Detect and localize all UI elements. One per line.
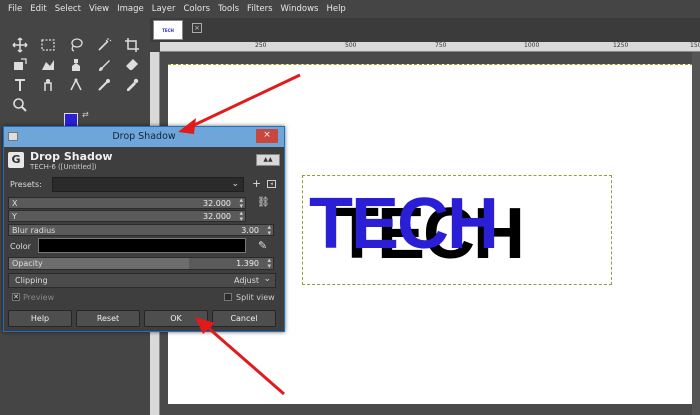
menu-select[interactable]: Select [55,4,81,14]
chevron-down-icon: ⌄ [231,179,239,189]
dialog-window-title: Drop Shadow [112,131,176,142]
dialog-header: G Drop Shadow TECH-6 ([Untitled]) ▲▲ [8,150,280,174]
menu-view[interactable]: View [89,4,109,14]
help-button[interactable]: Help [8,310,72,327]
preset-menu-icon[interactable]: ◂ [267,180,276,188]
close-button[interactable]: × [256,129,278,143]
menu-filters[interactable]: Filters [247,4,272,14]
x-offset-spinner[interactable]: X 32.000 ▴ ▾ [8,197,246,210]
opacity-label: Opacity [12,259,43,268]
chain-link-icon[interactable]: ⛓ [257,197,270,222]
presets-row: Presets: ⌄ + ◂ [8,177,280,193]
image-tab-strip: TECH × [150,18,700,42]
swap-colors-icon[interactable]: ⇄ [82,110,89,119]
fuzzy-select-icon[interactable] [94,36,114,54]
split-view-checkbox[interactable] [224,293,232,301]
path-tool-icon[interactable] [66,76,86,94]
menu-colors[interactable]: Colors [183,4,210,14]
spin-arrows-icon[interactable]: ▴ ▾ [267,257,271,270]
layer-boundary: TECH TECH [302,175,612,285]
crop-icon[interactable] [122,36,142,54]
foreground-color-swatch[interactable] [64,113,78,127]
spin-arrows-icon[interactable]: ▴ ▾ [267,224,271,237]
color-picker-icon[interactable] [122,76,142,94]
zoom-icon[interactable] [10,96,30,114]
clipping-label: Clipping [15,276,48,285]
menu-bar: File Edit Select View Image Layer Colors… [0,0,700,18]
menu-image[interactable]: Image [117,4,144,14]
gegl-logo-icon: G [8,152,24,168]
ruler-tick: 500 [345,42,357,49]
clipping-value: Adjust [233,276,259,285]
close-tab-icon[interactable]: × [192,23,202,33]
x-label: X [12,199,18,208]
dialog-heading: Drop Shadow [30,150,113,163]
heal-icon[interactable] [94,76,114,94]
color-picker-icon[interactable]: ✎ [258,239,267,252]
y-offset-spinner[interactable]: Y 32.000 ▴ ▾ [8,210,246,223]
menu-windows[interactable]: Windows [281,4,319,14]
clipping-combobox[interactable]: Clipping Adjust ⌄ [8,273,276,288]
preview-label: Preview [23,293,55,302]
opacity-value: 1.390 [236,259,259,268]
split-view-label: Split view [236,293,275,302]
presets-label: Presets: [10,180,42,189]
x-value: 32.000 [203,199,231,208]
drop-shadow-dialog: Drop Shadow × G Drop Shadow TECH-6 ([Unt… [3,126,285,332]
eraser-icon[interactable] [122,56,142,74]
menu-file[interactable]: File [8,4,22,14]
spin-arrows-icon[interactable]: ▴ ▾ [239,210,243,223]
vertical-scrollbar[interactable] [692,52,700,415]
y-value: 32.000 [203,212,231,221]
ruler-tick: 250 [255,42,267,49]
move-tool-icon[interactable] [10,36,30,54]
menu-help[interactable]: Help [326,4,345,14]
cancel-button[interactable]: Cancel [212,310,276,327]
lasso-icon[interactable] [66,36,86,54]
menu-edit[interactable]: Edit [30,4,46,14]
image-tab-thumbnail[interactable]: TECH [153,20,183,40]
reset-button[interactable]: Reset [76,310,140,327]
dialog-subheading: TECH-6 ([Untitled]) [30,163,97,171]
transform-icon[interactable] [10,56,30,74]
add-preset-icon[interactable]: + [252,177,261,190]
menu-layer[interactable]: Layer [152,4,176,14]
ruler-tick: 1500 [690,42,700,49]
on-canvas-preview-icon[interactable]: ▲▲ [256,154,280,166]
horizontal-ruler: 250 500 750 1000 1250 1500 [160,42,700,52]
blur-radius-label: Blur radius [12,226,56,235]
warp-icon[interactable] [38,56,58,74]
paintbrush-icon[interactable] [94,56,114,74]
y-label: Y [12,212,17,221]
color-row: Color ✎ [8,238,280,254]
opacity-spinner[interactable]: Opacity 1.390 ▴ ▾ [8,257,274,270]
clone-icon[interactable] [66,56,86,74]
menu-tools[interactable]: Tools [218,4,239,14]
ok-button[interactable]: OK [144,310,208,327]
shadow-color-button[interactable] [38,238,246,253]
color-label: Color [10,242,31,251]
tech-text: TECH [309,184,499,264]
dialog-titlebar[interactable]: Drop Shadow × [4,127,284,147]
text-tool-icon[interactable] [10,76,30,94]
spin-arrows-icon[interactable]: ▴ ▾ [239,197,243,210]
preview-checkbox[interactable]: ✕ [12,293,20,301]
ruler-tick: 1250 [613,42,629,49]
smudge-icon[interactable] [38,76,58,94]
ruler-tick: 750 [435,42,447,49]
chevron-down-icon: ⌄ [263,274,271,284]
presets-combobox[interactable]: ⌄ [52,177,244,192]
ruler-tick: 1000 [524,42,540,49]
rect-select-icon[interactable] [38,36,58,54]
blur-radius-spinner[interactable]: Blur radius 3.00 ▴ ▾ [8,224,274,237]
blur-radius-value: 3.00 [241,226,259,235]
